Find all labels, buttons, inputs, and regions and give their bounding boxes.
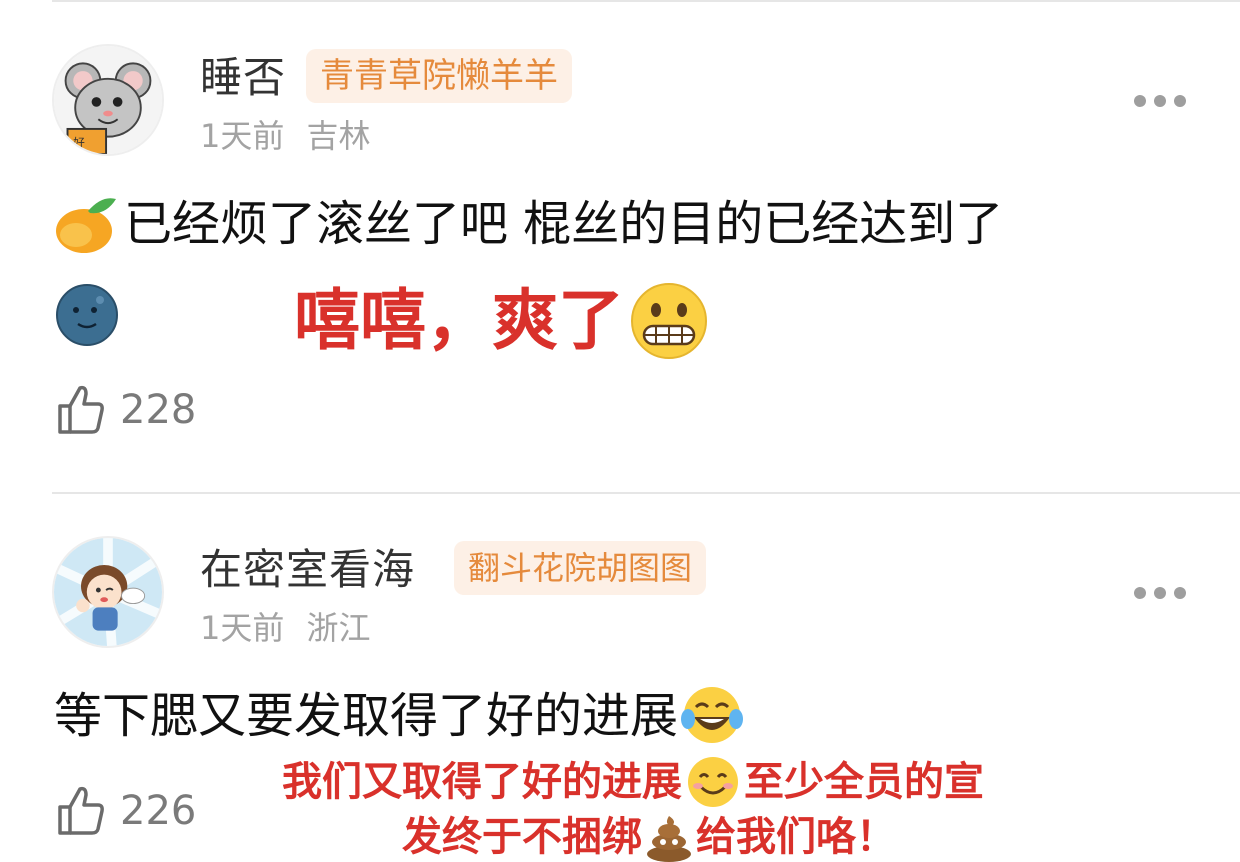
poop-emoji-icon [647,816,691,862]
comment-text-row: 等下腮又要发取得了好的进展 [54,685,744,747]
overlay-text-part-c: 发终于不捆绑 [402,814,642,860]
avatar-girl[interactable] [52,536,164,648]
comment-text: 已经烦了滚丝了吧 棍丝的目的已经达到了 [124,196,1004,252]
overlay-text-part-d: 给我们咯！ [696,814,896,860]
svg-text:好: 好 [73,135,85,149]
comment-location: 吉林 [306,117,371,155]
comment-text-row: 已经烦了滚丝了吧 棍丝的目的已经达到了 [54,193,1003,255]
overlay-caption-line-1: 我们又取得了好的进展 至少全员的宣 [282,755,984,809]
overlay-caption-line-2: 发终于不捆绑 给我们咯！ [402,812,896,862]
username[interactable]: 睡否 [200,57,286,99]
moon-face-emoji-icon [56,284,118,346]
user-badge[interactable]: 青青草院懒羊羊 [306,49,572,103]
overlay-caption: 嘻嘻，爽了 [294,282,708,360]
user-badge[interactable]: 翻斗花院胡图图 [454,541,707,595]
like-count: 226 [120,788,197,834]
comment-divider [52,492,1240,494]
mouse-avatar-icon: 好 [54,46,162,154]
girl-avatar-icon [54,538,162,646]
comment-time: 1天前 [200,117,285,155]
overlay-text: 嘻嘻，爽了 [294,282,624,359]
comment-location: 浙江 [306,609,371,647]
grimace-emoji-icon [631,283,707,359]
comment-time: 1天前 [200,609,285,647]
like-button[interactable]: 226 [56,785,196,837]
overlay-text-part-b: 至少全员的宣 [744,759,984,805]
like-icon [58,385,104,434]
overlay-text-part-a: 我们又取得了好的进展 [282,759,682,805]
comment-meta: 1天前 吉林 [200,120,371,152]
top-divider [52,0,1240,2]
comment-meta: 1天前 浙江 [200,612,371,644]
avatar-mouse[interactable]: 好 [52,44,164,156]
more-icon[interactable] [1134,94,1186,108]
mango-emoji-icon [56,198,116,253]
like-button[interactable]: 228 [56,384,196,436]
laugh-tears-emoji-icon [681,687,744,743]
username[interactable]: 在密室看海 [200,549,415,591]
like-icon [58,786,104,835]
more-icon[interactable] [1134,586,1186,600]
smile-emoji-icon [688,757,738,807]
comment-text: 等下腮又要发取得了好的进展 [54,688,679,744]
like-count: 228 [120,387,197,433]
